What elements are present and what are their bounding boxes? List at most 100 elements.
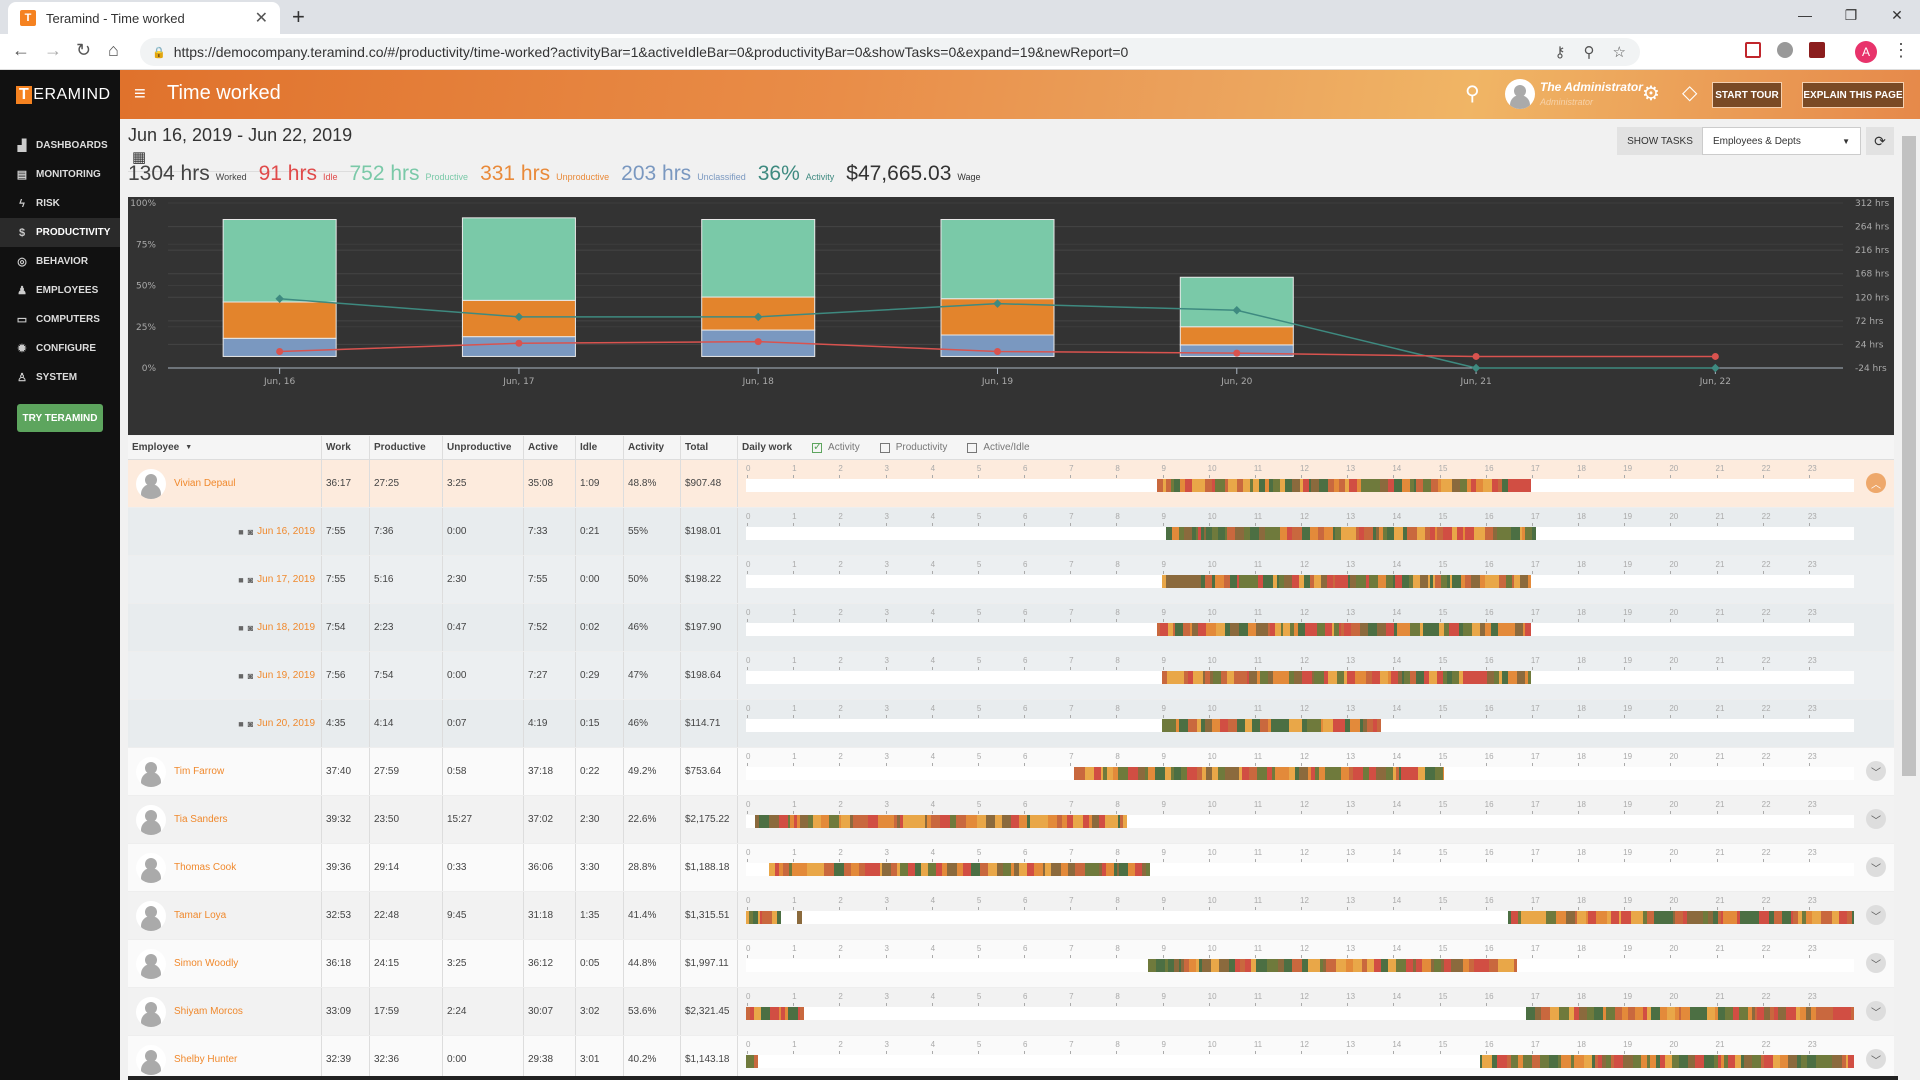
start-tour-button[interactable]: START TOUR <box>1712 82 1782 108</box>
browser-tab[interactable]: T Teramind - Time worked ✕ <box>8 2 280 34</box>
employee-row[interactable]: Vivian Depaul 36:17 27:25 3:25 35:08 1:09 48.8… <box>128 460 1894 508</box>
camera-icon[interactable]: ◙ <box>248 527 253 537</box>
hamburger-menu-icon[interactable]: ≡ <box>134 83 146 106</box>
col-work[interactable]: Work <box>322 436 370 459</box>
employee-row[interactable]: Tia Sanders 39:32 23:50 15:27 37:02 2:30 22.6%… <box>128 796 1894 844</box>
video-camera-icon[interactable]: ■ <box>238 719 243 729</box>
employee-row[interactable]: Shiyam Morcos 33:09 17:59 2:24 30:07 3:02 53.6… <box>128 988 1894 1036</box>
employee-row[interactable]: Tamar Loya 32:53 22:48 9:45 31:18 1:35 41.4% $1… <box>128 892 1894 940</box>
browser-menu-icon[interactable]: ⋮ <box>1892 40 1910 61</box>
employee-name-link[interactable]: Shiyam Morcos <box>174 1006 243 1017</box>
refresh-button[interactable]: ⟳ <box>1866 127 1894 155</box>
extension-pdf-icon[interactable] <box>1809 42 1825 58</box>
extension-shield-icon[interactable] <box>1745 42 1761 58</box>
col-idle[interactable]: Idle <box>576 436 624 459</box>
video-camera-icon[interactable]: ■ <box>238 527 243 537</box>
date-link[interactable]: Jun 16, 2019 <box>257 526 315 537</box>
daily-option-productivity[interactable]: Productivity <box>879 442 947 453</box>
new-tab-button[interactable]: + <box>292 4 305 30</box>
close-tab-icon[interactable]: ✕ <box>255 8 268 28</box>
date-link[interactable]: Jun 19, 2019 <box>257 670 315 681</box>
sidebar-item-dashboards[interactable]: ▟ DASHBOARDS <box>0 131 120 160</box>
employee-row[interactable]: Tim Farrow 37:40 27:59 0:58 37:18 0:22 49.2% $7… <box>128 748 1894 796</box>
col-productive[interactable]: Productive <box>370 436 443 459</box>
settings-gear-icon[interactable]: ⚙ <box>1642 81 1660 106</box>
col-total[interactable]: Total <box>681 436 738 459</box>
sidebar-item-behavior[interactable]: ◎ BEHAVIOR <box>0 247 120 276</box>
close-window-button[interactable]: ✕ <box>1874 0 1920 30</box>
daily-timeline[interactable]: 0 1 2 3 4 5 6 7 8 9 10 11 12 13 14 15 16 17 18 19 20 21 22 23 ﹀ <box>742 796 1894 843</box>
employee-name-link[interactable]: Tia Sanders <box>174 814 228 825</box>
daily-timeline[interactable]: 0 1 2 3 4 5 6 7 8 9 10 11 12 13 14 15 16 17 18 19 20 21 22 23 <box>742 700 1894 747</box>
show-tasks-button[interactable]: SHOW TASKS <box>1617 127 1703 155</box>
daily-timeline[interactable]: 0 1 2 3 4 5 6 7 8 9 10 11 12 13 14 15 16 17 18 19 20 21 22 23 ﹀ <box>742 892 1894 939</box>
key-icon[interactable]: ⚷ <box>1555 43 1566 61</box>
col-activity[interactable]: Activity <box>624 436 681 459</box>
user-name[interactable]: The Administrator <box>1540 80 1643 94</box>
camera-icon[interactable]: ◙ <box>248 671 253 681</box>
bookmark-star-icon[interactable]: ☆ <box>1613 43 1626 61</box>
day-row[interactable]: ■ ◙ Jun 19, 2019 7:56 7:54 0:00 7:27 0:29 47% $19… <box>128 652 1894 700</box>
horizontal-scrollbar[interactable] <box>128 1076 1898 1080</box>
vertical-scrollbar[interactable] <box>1898 122 1920 1080</box>
employee-name-link[interactable]: Thomas Cook <box>174 862 236 873</box>
daily-option-activity[interactable]: Activity <box>812 440 860 453</box>
expand-button[interactable]: ﹀ <box>1866 1049 1886 1069</box>
sidebar-item-risk[interactable]: ϟ RISK <box>0 189 120 218</box>
forward-icon[interactable]: → <box>44 40 62 61</box>
day-row[interactable]: ■ ◙ Jun 17, 2019 7:55 5:16 2:30 7:55 0:00 50% $19… <box>128 556 1894 604</box>
expand-button[interactable]: ﹀ <box>1866 905 1886 925</box>
reload-icon[interactable]: ↻ <box>76 40 91 61</box>
home-icon[interactable]: ⌂ <box>108 40 119 61</box>
col-unproductive[interactable]: Unproductive <box>443 436 524 459</box>
user-avatar[interactable] <box>1505 79 1535 109</box>
employee-row[interactable]: Shelby Hunter 32:39 32:36 0:00 29:38 3:01 40.2… <box>128 1036 1894 1080</box>
video-camera-icon[interactable]: ■ <box>238 671 243 681</box>
daily-timeline[interactable]: 0 1 2 3 4 5 6 7 8 9 10 11 12 13 14 15 16 17 18 19 20 21 22 23 <box>742 508 1894 555</box>
expand-button[interactable]: ﹀ <box>1866 857 1886 877</box>
date-link[interactable]: Jun 18, 2019 <box>257 622 315 633</box>
day-row[interactable]: ■ ◙ Jun 18, 2019 7:54 2:23 0:47 7:52 0:02 46% $19… <box>128 604 1894 652</box>
collapse-button[interactable]: ︿ <box>1866 473 1886 493</box>
expand-button[interactable]: ﹀ <box>1866 953 1886 973</box>
sidebar-item-system[interactable]: ♙ SYSTEM <box>0 363 120 392</box>
url-text[interactable]: https://democompany.teramind.co/#/produc… <box>174 44 1129 60</box>
daily-timeline[interactable]: 0 1 2 3 4 5 6 7 8 9 10 11 12 13 14 15 16 17 18 19 20 21 22 23 ︿ <box>742 460 1894 507</box>
day-row[interactable]: ■ ◙ Jun 20, 2019 4:35 4:14 0:07 4:19 0:15 46% $11… <box>128 700 1894 748</box>
daily-timeline[interactable]: 0 1 2 3 4 5 6 7 8 9 10 11 12 13 14 15 16 17 18 19 20 21 22 23 ﹀ <box>742 1036 1894 1080</box>
sidebar-item-computers[interactable]: ▭ COMPUTERS <box>0 305 120 334</box>
zoom-icon[interactable]: ⚲ <box>1584 43 1595 61</box>
sidebar-item-productivity[interactable]: $ PRODUCTIVITY <box>0 218 120 247</box>
daily-timeline[interactable]: 0 1 2 3 4 5 6 7 8 9 10 11 12 13 14 15 16 17 18 19 20 21 22 23 ﹀ <box>742 988 1894 1035</box>
sidebar-item-monitoring[interactable]: ▤ MONITORING <box>0 160 120 189</box>
date-link[interactable]: Jun 20, 2019 <box>257 718 315 729</box>
employee-name-link[interactable]: Shelby Hunter <box>174 1054 237 1065</box>
daily-timeline[interactable]: 0 1 2 3 4 5 6 7 8 9 10 11 12 13 14 15 16 17 18 19 20 21 22 23 <box>742 556 1894 603</box>
scrollbar-thumb[interactable] <box>1902 136 1916 776</box>
checkbox[interactable] <box>812 440 822 453</box>
alert-diamond-icon[interactable]: ◇ <box>1682 80 1697 105</box>
camera-icon[interactable]: ◙ <box>248 623 253 633</box>
camera-icon[interactable]: ◙ <box>248 575 253 585</box>
daily-timeline[interactable]: 0 1 2 3 4 5 6 7 8 9 10 11 12 13 14 15 16 17 18 19 20 21 22 23 ﹀ <box>742 748 1894 795</box>
col-active[interactable]: Active <box>524 436 576 459</box>
camera-icon[interactable]: ◙ <box>248 719 253 729</box>
profile-avatar[interactable]: A <box>1855 41 1877 63</box>
daily-timeline[interactable]: 0 1 2 3 4 5 6 7 8 9 10 11 12 13 14 15 16 17 18 19 20 21 22 23 ﹀ <box>742 940 1894 987</box>
address-bar[interactable]: 🔒 https://democompany.teramind.co/#/prod… <box>140 38 1640 66</box>
checkbox[interactable] <box>879 442 890 453</box>
daily-timeline[interactable]: 0 1 2 3 4 5 6 7 8 9 10 11 12 13 14 15 16 17 18 19 20 21 22 23 <box>742 652 1894 699</box>
employee-row[interactable]: Thomas Cook 39:36 29:14 0:33 36:06 3:30 28.8% $… <box>128 844 1894 892</box>
sidebar-item-employees[interactable]: ♟ EMPLOYEES <box>0 276 120 305</box>
search-icon[interactable]: ⚲ <box>1465 81 1480 106</box>
checkbox[interactable] <box>967 442 978 453</box>
back-icon[interactable]: ← <box>12 40 30 61</box>
teramind-logo[interactable]: T ERAMIND <box>0 70 120 119</box>
daily-timeline[interactable]: 0 1 2 3 4 5 6 7 8 9 10 11 12 13 14 15 16 17 18 19 20 21 22 23 <box>742 604 1894 651</box>
employee-name-link[interactable]: Vivian Depaul <box>174 478 236 489</box>
daily-timeline[interactable]: 0 1 2 3 4 5 6 7 8 9 10 11 12 13 14 15 16 17 18 19 20 21 22 23 ﹀ <box>742 844 1894 891</box>
employee-row[interactable]: Simon Woodly 36:18 24:15 3:25 36:12 0:05 44.8%… <box>128 940 1894 988</box>
expand-button[interactable]: ﹀ <box>1866 1001 1886 1021</box>
employee-name-link[interactable]: Simon Woodly <box>174 958 238 969</box>
expand-button[interactable]: ﹀ <box>1866 809 1886 829</box>
